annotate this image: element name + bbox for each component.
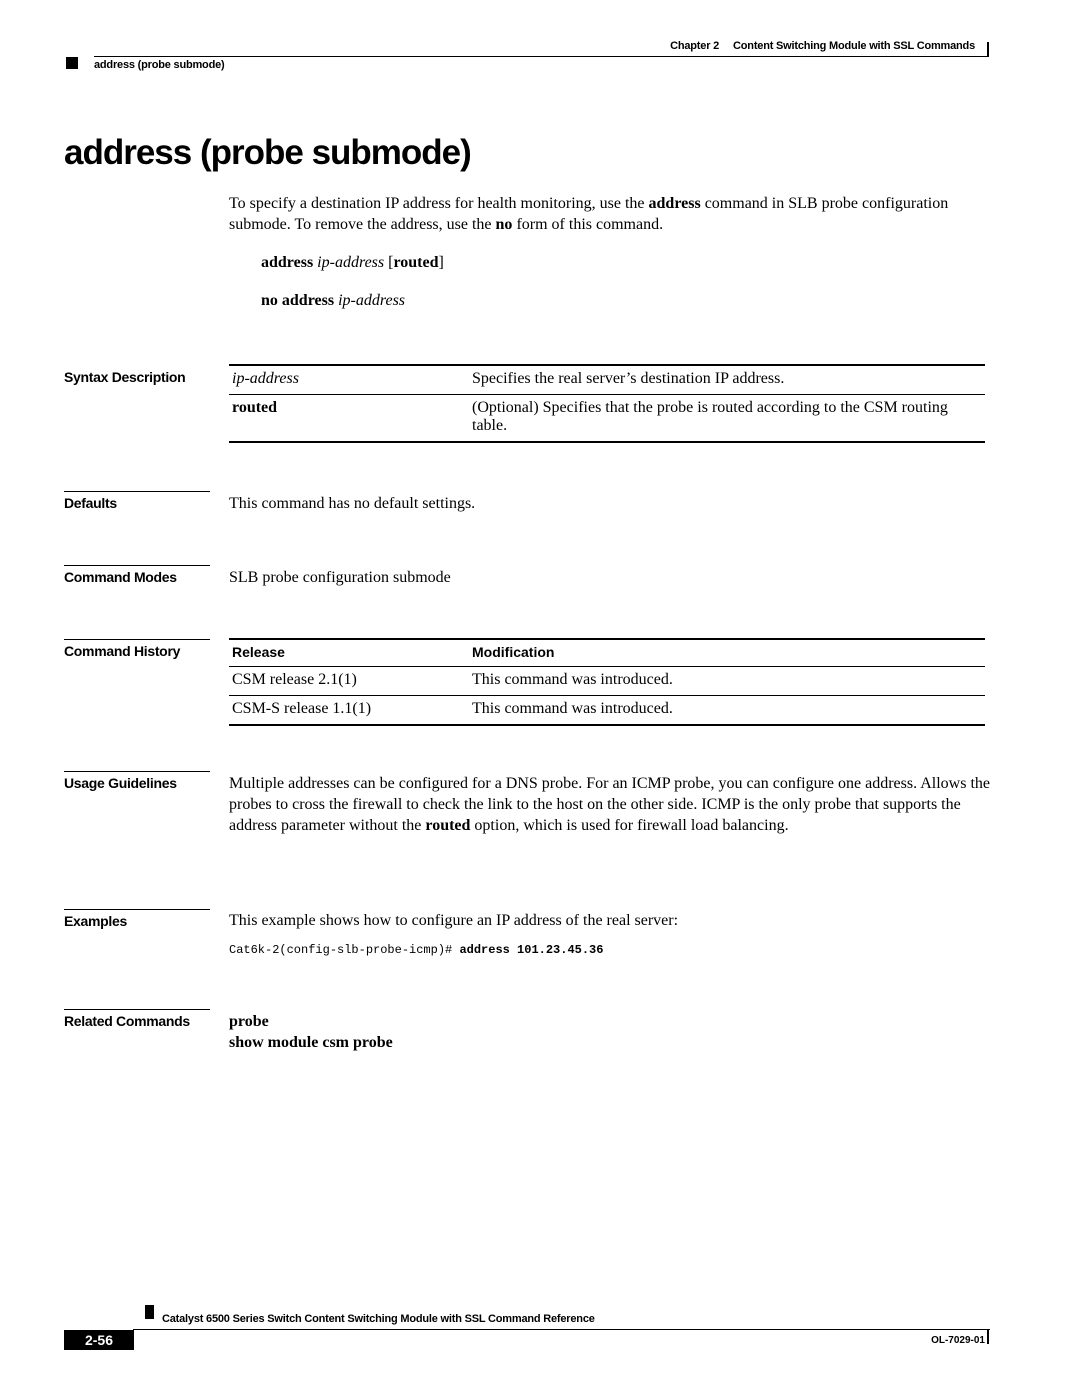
header-release: Release — [229, 638, 469, 667]
header-modification: Modification — [469, 638, 985, 667]
section-syntax-description: Syntax Description — [64, 369, 186, 385]
command-modes-text: SLB probe configuration submode — [229, 569, 451, 586]
section-rule — [64, 1009, 210, 1010]
header-marker — [66, 57, 78, 69]
modification-cell: This command was introduced. — [469, 666, 985, 696]
syntax-option: routed — [393, 254, 439, 271]
release-cell: CSM release 2.1(1) — [229, 666, 469, 696]
footer-book-title: Catalyst 6500 Series Switch Content Swit… — [162, 1313, 595, 1325]
syntax-term: ip-address — [229, 364, 469, 395]
section-usage-guidelines: Usage Guidelines — [64, 775, 177, 791]
section-command-modes: Command Modes — [64, 569, 177, 585]
defaults-text: This command has no default settings. — [229, 495, 476, 512]
syntax-command: no address — [261, 292, 335, 309]
release-cell: CSM-S release 1.1(1) — [229, 695, 469, 726]
header-bar — [987, 42, 989, 56]
header-rule — [94, 56, 989, 57]
table-row: CSM-S release 1.1(1) This command was in… — [229, 695, 985, 726]
table-header-row: Release Modification — [229, 638, 985, 667]
page-number: 2-56 — [64, 1330, 134, 1350]
syntax-desc: Specifies the real server’s destination … — [469, 364, 985, 395]
document-number: OL-7029-01 — [931, 1335, 985, 1346]
running-head: address (probe submode) — [94, 59, 225, 71]
modification-cell: This command was introduced. — [469, 695, 985, 726]
syntax-table: ip-address Specifies the real server’s d… — [229, 364, 985, 443]
chapter-number: Chapter 2 — [670, 40, 720, 52]
section-related-commands: Related Commands — [64, 1013, 190, 1029]
footer-marker — [145, 1305, 154, 1319]
cli-command: address 101.23.45.36 — [459, 943, 604, 957]
usage-text: option, which is used for firewall load … — [470, 817, 789, 834]
term-text: routed — [232, 399, 278, 416]
syntax-command: address — [261, 254, 314, 271]
table-row: CSM release 2.1(1) This command was intr… — [229, 666, 985, 696]
section-rule — [64, 639, 210, 640]
syntax-line-address: address ip-address [routed] — [261, 254, 444, 272]
table-row: ip-address Specifies the real server’s d… — [229, 364, 985, 395]
syntax-argument: ip-address — [317, 254, 385, 271]
related-command-probe[interactable]: probe — [229, 1011, 269, 1032]
section-rule — [64, 491, 210, 492]
footer-bar — [987, 1330, 989, 1344]
example-code: Cat6k-2(config-slb-probe-icmp)# address … — [229, 943, 603, 957]
usage-paragraph: Multiple addresses can be configured for… — [229, 773, 991, 836]
examples-text: This example shows how to configure an I… — [229, 912, 679, 929]
section-rule — [64, 565, 210, 566]
related-command-show-module-csm-probe[interactable]: show module csm probe — [229, 1032, 393, 1053]
syntax-term: routed — [229, 394, 469, 443]
term-text: ip-address — [232, 370, 299, 387]
syntax-line-no-address: no address ip-address — [261, 292, 405, 310]
history-table: Release Modification CSM release 2.1(1) … — [229, 638, 985, 726]
intro-text: To specify a destination IP address for … — [229, 195, 649, 212]
cli-prompt: Cat6k-2(config-slb-probe-icmp)# — [229, 943, 460, 957]
section-command-history: Command History — [64, 643, 181, 659]
running-header-chapter: Chapter 2 Content Switching Module with S… — [670, 40, 975, 52]
section-rule — [64, 771, 210, 772]
bracket-close: ] — [438, 254, 444, 271]
syntax-desc: (Optional) Specifies that the probe is r… — [469, 394, 985, 443]
intro-bold-no: no — [495, 216, 513, 233]
intro-bold-address: address — [648, 195, 701, 212]
intro-paragraph: To specify a destination IP address for … — [229, 193, 989, 235]
page-title: address (probe submode) — [64, 133, 472, 172]
section-defaults: Defaults — [64, 495, 117, 511]
section-examples: Examples — [64, 913, 127, 929]
usage-bold-routed: routed — [425, 817, 471, 834]
section-rule — [64, 909, 210, 910]
footer-rule — [133, 1329, 990, 1330]
chapter-title: Content Switching Module with SSL Comman… — [733, 40, 975, 52]
syntax-argument: ip-address — [338, 292, 406, 309]
intro-text: form of this command. — [512, 216, 664, 233]
table-row: routed (Optional) Specifies that the pro… — [229, 394, 985, 443]
